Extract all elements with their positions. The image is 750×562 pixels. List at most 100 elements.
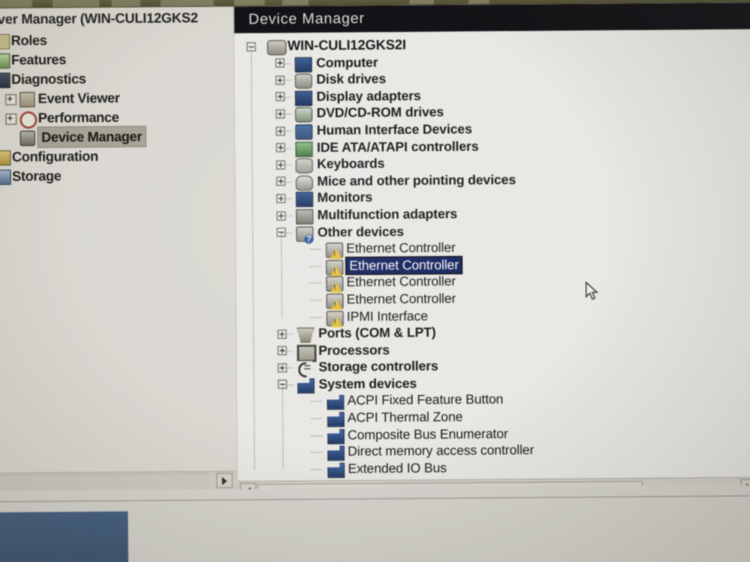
- device-manager-header: Device Manager: [234, 2, 750, 34]
- device-tree-item-label: Other devices: [317, 223, 404, 240]
- sidebar-item-features[interactable]: Features: [0, 49, 234, 70]
- device-tree-item-label: Human Interface Devices: [316, 121, 473, 138]
- screen-content: rver Manager (WIN-CULI12GKS2 Roles Featur…: [0, 0, 750, 562]
- device-tree-item-label: IDE ATA/ATAPI controllers: [316, 137, 479, 155]
- tree-connector: [310, 401, 323, 403]
- device-tree-item-label: ACPI Fixed Feature Button: [347, 391, 504, 409]
- sidebar-item-diagnostics[interactable]: Diagnostics: [0, 68, 234, 89]
- left-pane-hscrollbar[interactable]: [0, 470, 237, 492]
- sidebar-item-device-manager[interactable]: Device Manager: [0, 126, 234, 147]
- device-manager-title: Device Manager: [248, 10, 365, 29]
- warning-device-icon: [326, 276, 344, 292]
- storage-controllers-icon: [297, 361, 313, 375]
- server-manager-tree[interactable]: Roles Features Diagnostics Event Viewer Perf…: [0, 29, 234, 186]
- tree-connector: [281, 333, 294, 335]
- disk-drives-icon: [294, 73, 313, 90]
- device-manager-body[interactable]: WIN-CULI12GKS2I Computer Disk drives Displa…: [234, 30, 750, 481]
- tree-connector: [279, 79, 292, 81]
- computer-root-icon: [267, 39, 287, 56]
- toolbar-button[interactable]: [0, 0, 34, 9]
- tree-connector: [281, 367, 295, 369]
- storage-icon: [0, 169, 12, 186]
- computer-icon: [294, 56, 313, 73]
- sidebar-item-performance[interactable]: Performance: [0, 107, 234, 129]
- display-adapters-icon: [294, 90, 313, 106]
- system-device-icon: [327, 429, 344, 444]
- desktop-blue-region: [0, 511, 129, 562]
- device-manager-pane: Device Manager WIN-CULI12GKS2I Computer Di…: [234, 2, 750, 500]
- expander-plus-icon[interactable]: [5, 113, 17, 125]
- system-device-icon: [327, 446, 344, 461]
- sidebar-item-configuration[interactable]: Configuration: [0, 145, 234, 166]
- tree-connector: [281, 384, 295, 386]
- tree-connector: [281, 350, 294, 352]
- warning-device-icon: [326, 310, 344, 326]
- tree-connector: [280, 232, 294, 234]
- device-tree-item-label: Processors: [318, 341, 390, 358]
- configuration-icon: [0, 150, 11, 166]
- ide-controllers-icon: [295, 141, 313, 157]
- tree-connector: [311, 468, 324, 471]
- device-tree[interactable]: WIN-CULI12GKS2I Computer Disk drives Displa…: [238, 34, 750, 478]
- keyboards-icon: [295, 158, 313, 174]
- warning-device-icon: [325, 259, 344, 275]
- device-tree-item-label: Multifunction adapters: [317, 205, 458, 223]
- expander-plus-icon[interactable]: [5, 94, 17, 106]
- device-tree-item-label: ACPI Thermal Zone: [347, 408, 463, 426]
- tree-connector: [280, 198, 293, 200]
- device-tree-item-label: Ethernet Controller: [346, 256, 462, 275]
- sidebar-item-label: Features: [11, 51, 67, 68]
- device-tree-item-label: Keyboards: [316, 155, 385, 172]
- device-tree-item-label: Extended IO Bus: [347, 459, 447, 476]
- sidebar-item-label: Event Viewer: [37, 90, 120, 107]
- left-pane-scroll-right-button[interactable]: [216, 472, 233, 489]
- sidebar-item-label: Diagnostics: [11, 71, 87, 87]
- sidebar-item-label: Performance: [38, 109, 120, 126]
- system-device-icon: [327, 463, 344, 478]
- monitor-photo: rver Manager (WIN-CULI12GKS2 Roles Featur…: [0, 0, 750, 562]
- device-tree-item-label: Composite Bus Enumerator: [347, 425, 509, 443]
- system-device-icon: [327, 412, 344, 427]
- tree-connector: [309, 316, 323, 318]
- server-manager-title: rver Manager (WIN-CULI12GKS2: [0, 10, 199, 27]
- desktop-area: [0, 485, 750, 562]
- tree-connector: [279, 96, 292, 98]
- server-manager-pane: rver Manager (WIN-CULI12GKS2 Roles Featur…: [0, 6, 237, 473]
- tree-connector: [280, 181, 293, 183]
- device-tree-item-label: System devices: [318, 375, 417, 392]
- device-tree-item-label: Direct memory access controller: [347, 442, 535, 459]
- performance-icon: [19, 111, 38, 129]
- device-tree-item-label: Ethernet Controller: [346, 273, 456, 290]
- device-tree-item-label: Storage controllers: [318, 358, 439, 375]
- system-device-icon: [327, 395, 344, 410]
- device-tree-item-label: DVD/CD-ROM drives: [316, 104, 444, 121]
- roles-icon: [0, 33, 11, 50]
- left-pane-scroll-track[interactable]: [0, 473, 210, 491]
- device-tree-item-label: Computer: [316, 54, 379, 70]
- device-tree-item-label: Mice and other pointing devices: [317, 171, 516, 189]
- other-devices-icon: [296, 225, 314, 242]
- diagnostics-icon: [0, 72, 11, 89]
- device-tree-item-label: Ports (COM & LPT): [318, 324, 436, 341]
- chevron-right-icon: [222, 476, 228, 485]
- device-manager-icon: [19, 130, 36, 147]
- device-tree-item-label: Ethernet Controller: [346, 239, 456, 256]
- device-tree-item-label: WIN-CULI12GKS2I: [287, 36, 407, 54]
- system-devices-icon: [297, 378, 314, 393]
- dvd-cdrom-icon: [295, 107, 313, 123]
- ports-icon: [297, 327, 314, 342]
- tree-connector: [309, 248, 322, 251]
- device-tree-item[interactable]: Extended IO Bus: [242, 457, 750, 478]
- mice-icon: [295, 175, 314, 191]
- tree-connector: [309, 299, 323, 301]
- tree-connector: [309, 282, 322, 284]
- sidebar-item-roles[interactable]: Roles: [0, 29, 233, 50]
- event-viewer-icon: [19, 91, 35, 108]
- sidebar-item-event-viewer[interactable]: Event Viewer: [0, 87, 234, 108]
- tree-connector: [310, 418, 324, 420]
- sidebar-item-storage[interactable]: Storage: [0, 165, 234, 186]
- multifunction-icon: [295, 208, 314, 225]
- window-bottom-edge: [0, 495, 750, 503]
- device-tree-item-label: Ethernet Controller: [346, 290, 457, 307]
- features-icon: [0, 53, 11, 69]
